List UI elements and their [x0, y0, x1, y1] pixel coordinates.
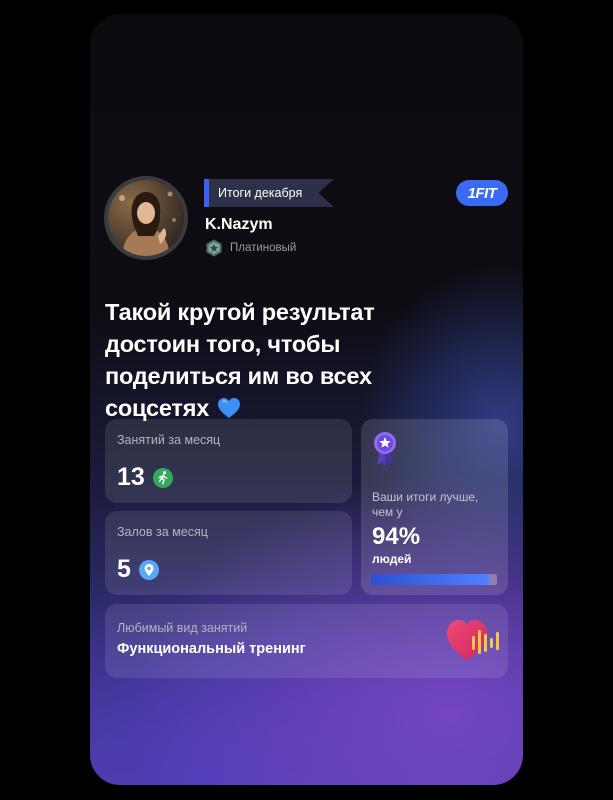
star-badge-icon [206, 239, 222, 257]
tag-accent-bar [204, 179, 209, 207]
brand-logo: 1FIT [456, 180, 508, 206]
gyms-value: 5 [117, 555, 131, 583]
month-tag-label: Итоги декабря [218, 186, 303, 200]
heart-pulse-icon [447, 620, 499, 660]
gyms-stat-card: Залов за месяц 5 [105, 511, 352, 595]
sessions-value: 13 [117, 463, 145, 491]
avatar [104, 176, 188, 260]
location-pin-icon [138, 559, 159, 580]
comparison-label: Ваши итоги лучше, чем у [372, 490, 479, 519]
favorite-activity-card: Любимый вид занятий Функциональный трени… [105, 604, 508, 678]
gyms-value-row: 5 [117, 555, 159, 584]
sessions-label: Занятий за месяц [117, 433, 221, 447]
comparison-progress-fill [371, 574, 490, 585]
comparison-progress-bar [371, 574, 497, 585]
favorite-value: Функциональный тренинг [117, 641, 306, 657]
comparison-card: Ваши итоги лучше, чем у 94% людей [361, 419, 508, 595]
sessions-value-row: 13 [117, 463, 173, 492]
blue-heart-icon [218, 398, 241, 418]
user-name: K.Nazym [205, 216, 273, 233]
comparison-percent: 94% [372, 523, 421, 550]
tier-label: Платиновый [230, 242, 297, 254]
comparison-people: людей [372, 552, 412, 566]
gyms-label: Залов за месяц [117, 525, 208, 539]
favorite-label: Любимый вид занятий [117, 621, 248, 635]
summary-card: Итоги декабря 1FIT K.Nazym Платиновый Та… [90, 14, 523, 785]
user-tier: Платиновый [205, 239, 296, 257]
running-person-icon [152, 467, 173, 488]
medal-icon [374, 432, 396, 466]
headline: Такой крутой результат достоин того, что… [105, 296, 435, 424]
sessions-stat-card: Занятий за месяц 13 [105, 419, 352, 503]
month-summary-tag: Итоги декабря [204, 179, 334, 207]
